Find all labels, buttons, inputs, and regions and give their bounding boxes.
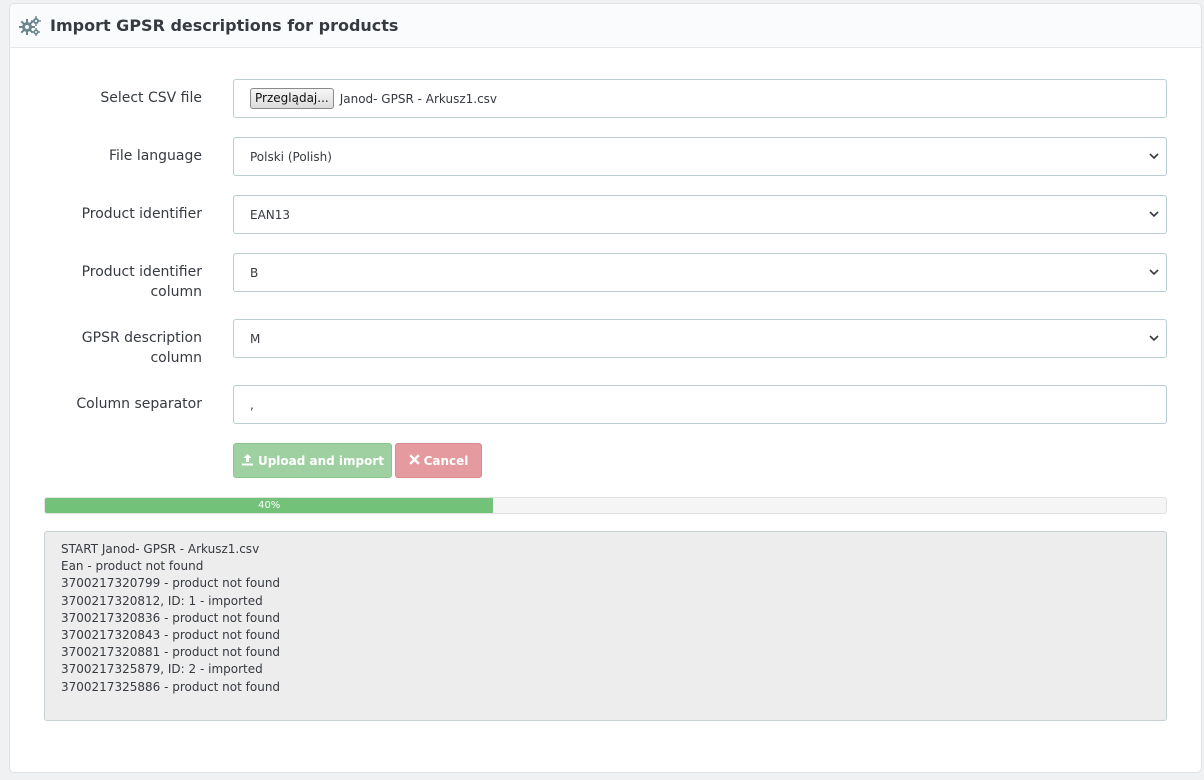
log-line: Ean - product not found [61,559,204,574]
chevron-down-icon [1148,332,1160,344]
selected-file-name: Janod- GPSR - Arkusz1.csv [339,91,498,106]
cancel-button-label: Cancel [423,453,469,468]
identifier-column-label-line2: column [150,284,202,300]
upload-and-import-button[interactable]: Upload and import [233,443,392,478]
file-language-label: File language [108,148,202,164]
cancel-button[interactable]: Cancel [395,443,482,478]
product-identifier-select[interactable]: EAN13 [233,195,1167,234]
log-line: 3700217320799 - product not found [61,576,281,591]
identifier-column-label-line1: Product identifier [81,264,202,280]
log-line: 3700217320836 - product not found [61,610,281,625]
csv-file-label: Select CSV file [100,90,202,106]
identifier-column-label: Product identifier column [22,262,202,302]
page-title: Import GPSR descriptions for products [50,16,399,35]
product-identifier-value: EAN13 [250,207,291,222]
description-column-value: M [250,331,261,346]
separator-label: Column separator [76,396,202,412]
upload-icon [241,453,254,469]
progress-label: 40% [258,500,281,511]
chevron-down-icon [1148,266,1160,278]
close-icon [408,453,420,468]
log-line: START Janod- GPSR - Arkusz1.csv [61,542,260,556]
progress-bar-fill: 40% [45,498,494,513]
import-progress: 40% [44,497,1167,514]
log-line: 3700217325886 - product not found [61,679,281,694]
import-panel: Import GPSR descriptions for products Se… [9,3,1202,773]
gears-icon [19,15,41,37]
description-column-select[interactable]: M [233,319,1167,358]
chevron-down-icon [1148,208,1160,220]
separator-value: , [250,397,254,412]
log-line: 3700217320843 - product not found [61,628,281,643]
log-line: 3700217325879, ID: 2 - imported [61,662,263,677]
log-line: 3700217320881 - product not found [61,645,281,660]
upload-button-label: Upload and import [257,453,385,468]
import-log: START Janod- GPSR - Arkusz1.csv Ean - pro… [44,531,1167,721]
product-identifier-label: Product identifier [81,206,202,222]
panel-heading: Import GPSR descriptions for products [10,4,1201,48]
description-column-label-line2: column [150,350,202,366]
file-language-value: Polski (Polish) [250,149,332,164]
description-column-label: GPSR description column [22,328,202,368]
identifier-column-select[interactable]: B [233,253,1167,292]
file-language-select[interactable]: Polski (Polish) [233,137,1167,176]
browse-button[interactable]: Przeglądaj... [250,88,334,109]
csv-file-input[interactable]: Przeglądaj... Janod- GPSR - Arkusz1.csv [233,79,1167,118]
description-column-label-line1: GPSR description [81,330,202,346]
log-line: 3700217320812, ID: 1 - imported [61,593,263,608]
chevron-down-icon [1148,150,1160,162]
identifier-column-value: B [250,265,259,280]
separator-input[interactable]: , [233,385,1167,424]
